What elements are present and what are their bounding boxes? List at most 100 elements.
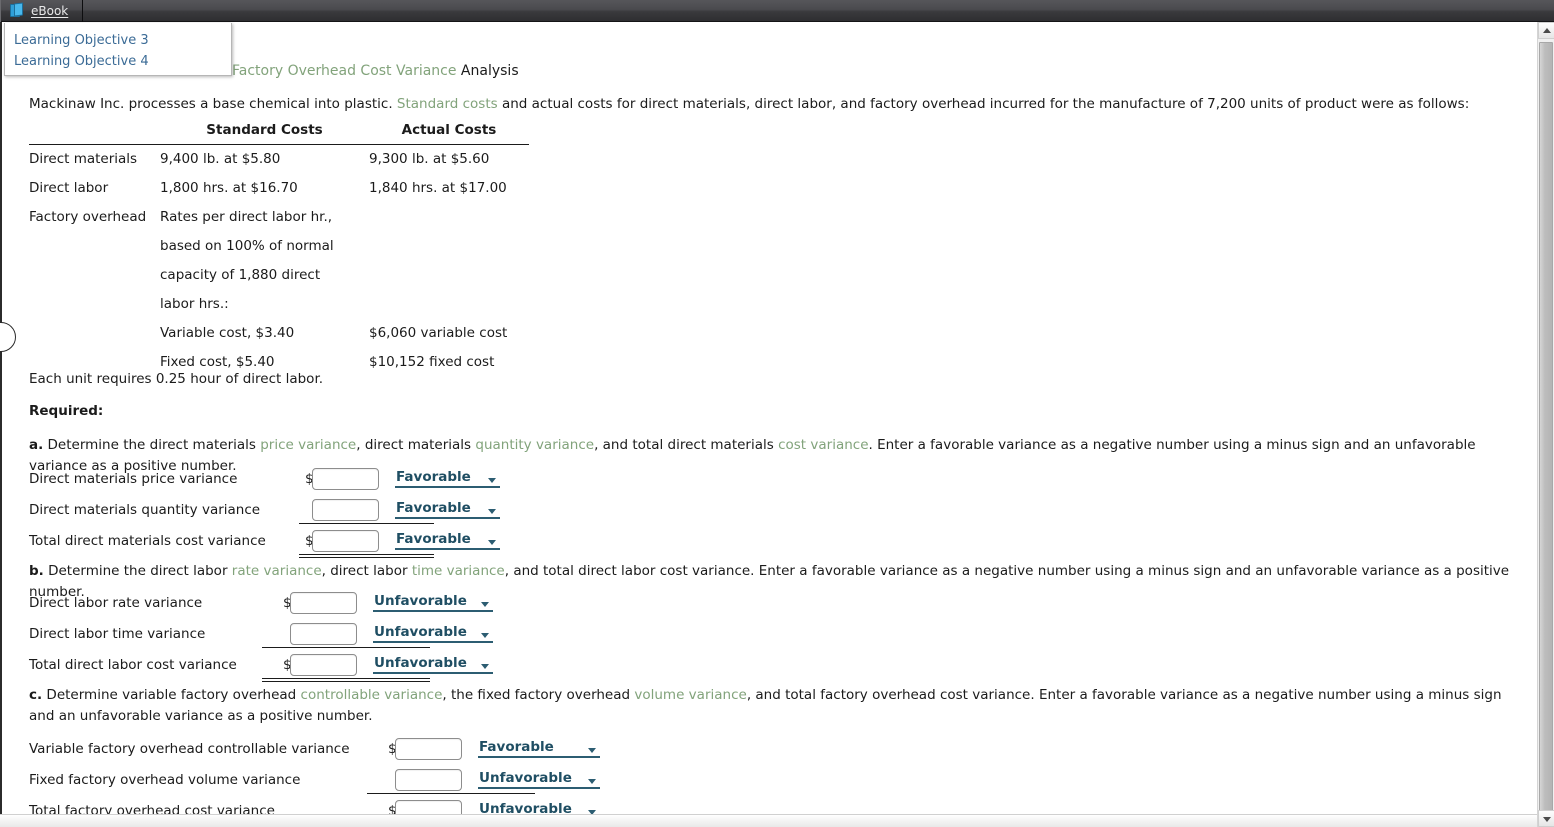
answer-row: Fixed factory overhead volume variance Fa… [29, 764, 829, 795]
answer-group-c: Variable factory overhead controllable v… [29, 733, 829, 827]
variance-type-dropdown[interactable]: FavorableUnfavorable [395, 531, 500, 550]
answer-row: Variable factory overhead controllable v… [29, 733, 829, 764]
variance-type-select[interactable]: FavorableUnfavorable [373, 655, 493, 674]
ebook-tab[interactable]: eBook [0, 0, 84, 22]
price-variance-link[interactable]: price variance [260, 437, 356, 453]
cell-standard-cost: 1,800 hrs. at $16.70 [160, 180, 298, 196]
cell-label: Direct materials [29, 151, 138, 167]
standard-costs-link[interactable]: Standard costs [397, 96, 498, 112]
qc-t1: Determine variable factory overhead [42, 687, 301, 703]
variance-type-select[interactable]: FavorableUnfavorable [478, 770, 600, 789]
rate-variance-link[interactable]: rate variance [232, 563, 322, 579]
qa-t2: , direct materials [356, 437, 476, 453]
qa-t1: Determine the direct materials [43, 437, 261, 453]
qc-t2: , the fixed factory overhead [442, 687, 635, 703]
page-title-rest: Analysis [456, 63, 519, 79]
page-bottom-edge [0, 814, 1554, 827]
each-unit-note: Each unit requires 0.25 hour of direct l… [29, 371, 324, 387]
variance-amount-input[interactable] [290, 622, 357, 645]
time-variance-link[interactable]: time variance [412, 563, 505, 579]
variance-type-select[interactable]: FavorableUnfavorable [373, 593, 493, 612]
table-row: based on 100% of normal [29, 232, 529, 261]
variance-type-select[interactable]: FavorableUnfavorable [395, 469, 500, 488]
variance-amount-input[interactable] [395, 768, 462, 791]
subtotal-rule [262, 647, 430, 648]
cost-variance-link[interactable]: cost variance [778, 437, 868, 453]
th-blank [29, 122, 160, 145]
cell-actual-cost [369, 261, 529, 290]
variance-amount-input[interactable] [290, 591, 357, 614]
flyout-item-objective-3[interactable]: Learning Objective 3 [14, 30, 231, 51]
total-double-rule [299, 554, 434, 558]
intro-paragraph: Mackinaw Inc. processes a base chemical … [29, 96, 1469, 112]
vertical-scrollbar[interactable] [1537, 22, 1554, 827]
variance-type-dropdown[interactable]: FavorableUnfavorable [478, 739, 600, 758]
required-heading: Required: [29, 403, 104, 419]
variance-type-dropdown[interactable]: FavorableUnfavorable [373, 593, 493, 612]
page-body: Factory Overhead Cost Variance Analysis … [0, 22, 1554, 827]
table-row: labor hrs.: [29, 290, 529, 319]
ebook-tab-label: eBook [31, 3, 69, 18]
left-rail [0, 22, 2, 827]
scroll-down-button[interactable] [1538, 810, 1554, 827]
variance-type-select[interactable]: FavorableUnfavorable [373, 624, 493, 643]
table-row: Variable cost, $3.40 $6,060 variable cost [29, 319, 529, 348]
intro-pre: Mackinaw Inc. processes a base chemical … [29, 96, 397, 112]
cell-label [29, 261, 160, 290]
chevron-down-icon [1542, 816, 1551, 822]
th-standard-costs: Standard Costs [160, 122, 369, 145]
th-actual-costs: Actual Costs [369, 122, 529, 145]
variance-type-select[interactable]: FavorableUnfavorable [478, 739, 600, 758]
quantity-variance-link[interactable]: quantity variance [475, 437, 594, 453]
answer-row-label: Direct materials quantity variance [29, 501, 261, 518]
variance-amount-input[interactable] [312, 529, 379, 552]
flyout-item-objective-4[interactable]: Learning Objective 4 [14, 51, 231, 72]
question-a-letter: a. [29, 437, 44, 453]
answer-row-label: Fixed factory overhead volume variance [29, 771, 301, 788]
answer-row: Total direct materials cost variance $ Fav… [29, 525, 829, 556]
variance-type-dropdown[interactable]: FavorableUnfavorable [373, 624, 493, 643]
question-c-text: c. Determine variable factory overhead c… [29, 685, 1519, 727]
learning-objectives-flyout: Learning Objective 3 Learning Objective … [4, 23, 232, 76]
chevron-up-icon [1542, 27, 1551, 33]
variance-amount-input[interactable] [312, 467, 379, 490]
table-row: Factory overhead Rates per direct labor h… [29, 203, 529, 232]
variance-type-select[interactable]: FavorableUnfavorable [395, 531, 500, 550]
answer-row: Direct materials quantity variance Favora… [29, 494, 829, 525]
cell-label [29, 232, 160, 261]
answer-group-a: Direct materials price variance $ Favorabl… [29, 463, 829, 558]
qb-t1: Determine the direct labor [43, 563, 232, 579]
cell-standard-cost: Rates per direct labor hr., [160, 209, 333, 225]
volume-variance-link[interactable]: volume variance [634, 687, 746, 703]
variance-type-select[interactable]: FavorableUnfavorable [395, 500, 500, 519]
cell-label [29, 319, 160, 348]
cell-actual-cost [369, 232, 529, 261]
subtotal-rule [367, 793, 535, 794]
variance-amount-input[interactable] [312, 498, 379, 521]
cell-standard-cost: capacity of 1,880 direct [160, 267, 321, 283]
variance-amount-input[interactable] [395, 737, 462, 760]
variance-type-dropdown[interactable]: FavorableUnfavorable [478, 770, 600, 789]
cell-label: Factory overhead [29, 209, 147, 225]
answer-row: Direct labor rate variance$FavorableUnfa… [29, 587, 829, 618]
top-toolbar: eBook [0, 0, 1554, 22]
variance-type-dropdown[interactable]: FavorableUnfavorable [373, 655, 493, 674]
variance-type-dropdown[interactable]: FavorableUnfavorable [395, 500, 500, 519]
intro-post: and actual costs for direct materials, d… [497, 96, 1470, 112]
table-row: Direct materials 9,400 lb. at $5.80 9,300 … [29, 145, 529, 175]
total-double-rule [262, 678, 430, 682]
cell-standard-cost: 9,400 lb. at $5.80 [160, 151, 281, 167]
variance-amount-input[interactable] [290, 653, 357, 676]
cell-actual-cost: 1,840 hrs. at $17.00 [369, 180, 507, 196]
answer-row: Total direct labor cost variance$Favorab… [29, 649, 829, 680]
variance-type-dropdown[interactable]: FavorableUnfavorable [395, 469, 500, 488]
page-title-link[interactable]: Factory Overhead Cost Variance [232, 63, 456, 79]
page-title: Factory Overhead Cost Variance Analysis [232, 63, 519, 79]
question-c-letter: c. [29, 687, 43, 703]
document-content: Factory Overhead Cost Variance Analysis … [0, 22, 1522, 827]
controllable-variance-link[interactable]: controllable variance [301, 687, 443, 703]
answer-row-label: Variable factory overhead controllable v… [29, 740, 350, 757]
scroll-up-button[interactable] [1538, 22, 1554, 39]
answer-row: Direct materials price variance $ Favorabl… [29, 463, 829, 494]
scrollbar-thumb[interactable] [1539, 42, 1553, 812]
